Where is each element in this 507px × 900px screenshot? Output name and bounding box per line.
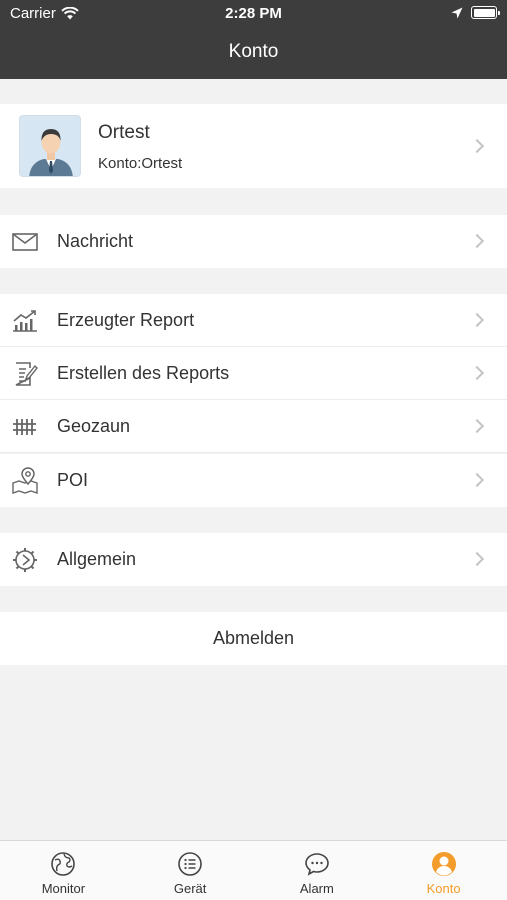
- menu-item-geofence[interactable]: Geozaun: [0, 400, 507, 453]
- document-edit-icon: [15, 362, 38, 386]
- status-bar: Carrier 2:28 PM: [0, 0, 507, 28]
- menu-item-general[interactable]: Allgemein: [0, 533, 507, 586]
- tab-device[interactable]: Gerät: [127, 841, 254, 900]
- globe-icon: [51, 852, 76, 876]
- chevron-right-icon: [469, 472, 485, 488]
- location-arrow-icon: [451, 7, 463, 18]
- logout-button[interactable]: Abmelden: [0, 612, 507, 665]
- tab-label: Alarm: [299, 881, 334, 896]
- row-divider: [0, 452, 507, 453]
- menu-item-generated-report[interactable]: Erzeugter Report: [0, 294, 507, 347]
- menu-item-message[interactable]: Nachricht: [0, 215, 507, 268]
- menu-item-label: Erzeugter Report: [57, 310, 195, 330]
- person-avatar-icon: [20, 116, 80, 176]
- chevron-right-icon: [469, 138, 485, 154]
- chart-growth-icon: [13, 310, 37, 332]
- menu-item-poi[interactable]: POI: [0, 454, 507, 507]
- status-indicators: [451, 6, 500, 19]
- tab-monitor[interactable]: Monitor: [0, 841, 127, 900]
- fence-icon: [13, 419, 36, 435]
- battery-icon: [471, 6, 500, 19]
- chat-bubble-icon: [305, 853, 329, 876]
- tab-account[interactable]: Konto: [380, 841, 507, 900]
- tab-label: Konto: [426, 881, 461, 896]
- chevron-right-icon: [469, 365, 485, 381]
- menu-item-create-report[interactable]: Erstellen des Reports: [0, 347, 507, 400]
- chevron-right-icon: [469, 418, 485, 434]
- profile-name: Ortest: [98, 122, 150, 143]
- map-pin-icon: [12, 467, 38, 494]
- menu-item-label: Allgemein: [57, 549, 137, 569]
- tab-alarm[interactable]: Alarm: [254, 841, 381, 900]
- person-icon: [431, 852, 456, 876]
- chevron-right-icon: [469, 233, 485, 249]
- tab-bar: Monitor Gerät Alarm Konto: [0, 840, 507, 900]
- profile-account: Konto:Ortest: [98, 155, 183, 172]
- page-title: Konto: [228, 41, 279, 62]
- tab-label: Gerät: [173, 881, 207, 896]
- avatar: [19, 115, 81, 177]
- navigation-header: Carrier 2:28 PM Konto: [0, 0, 507, 79]
- menu-item-label: POI: [57, 470, 89, 490]
- menu-item-label: Nachricht: [57, 231, 134, 251]
- envelope-icon: [12, 233, 38, 251]
- list-icon: [178, 852, 202, 876]
- gear-icon: [13, 548, 37, 572]
- menu-item-label: Geozaun: [57, 416, 131, 436]
- profile-card[interactable]: Ortest Konto:Ortest: [0, 104, 507, 188]
- chevron-right-icon: [469, 312, 485, 328]
- chevron-right-icon: [469, 551, 485, 567]
- menu-item-label: Erstellen des Reports: [57, 363, 230, 383]
- status-time: 2:28 PM: [225, 5, 282, 22]
- tab-label: Monitor: [41, 881, 86, 896]
